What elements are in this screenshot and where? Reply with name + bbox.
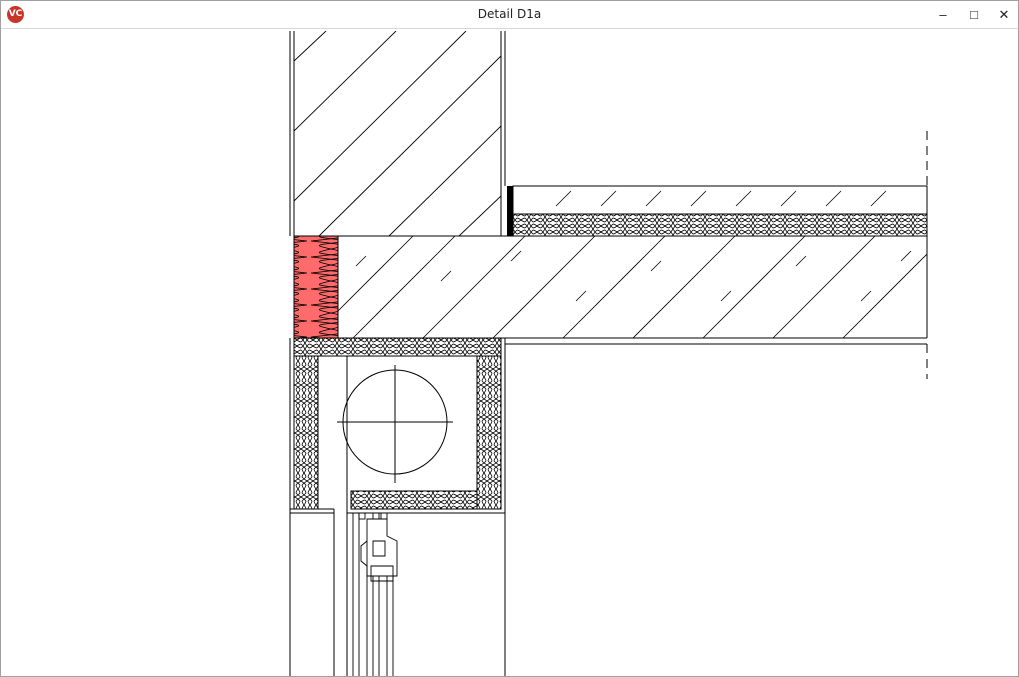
box-top-insulation bbox=[293, 337, 502, 357]
minimize-button[interactable]: – bbox=[928, 1, 958, 28]
close-button[interactable]: ✕ bbox=[989, 1, 1019, 28]
box-right-insulation bbox=[476, 355, 502, 510]
window-title: Detail D1a bbox=[477, 7, 542, 21]
app-window: VC Detail D1a – □ ✕ bbox=[0, 0, 1019, 677]
window-frame bbox=[352, 512, 398, 676]
drawing-canvas[interactable] bbox=[1, 29, 1018, 676]
maximize-button[interactable]: □ bbox=[959, 1, 989, 28]
concrete-slab bbox=[294, 186, 928, 345]
thermal-insulation-pattern bbox=[294, 236, 338, 338]
roller-shutter-box bbox=[289, 337, 506, 676]
wall-hatch bbox=[294, 31, 501, 236]
slab-hatch bbox=[338, 236, 927, 338]
masonry-wall bbox=[289, 31, 506, 236]
screed-hatch bbox=[555, 190, 887, 207]
edge-strip bbox=[507, 186, 513, 236]
box-left-insulation bbox=[293, 355, 319, 510]
floor-build-up bbox=[507, 185, 928, 237]
box-bottom-insulation bbox=[350, 490, 478, 510]
title-bar[interactable]: VC Detail D1a – □ ✕ bbox=[1, 1, 1018, 29]
impact-sound-insulation bbox=[512, 213, 928, 237]
detail-drawing bbox=[289, 31, 928, 676]
